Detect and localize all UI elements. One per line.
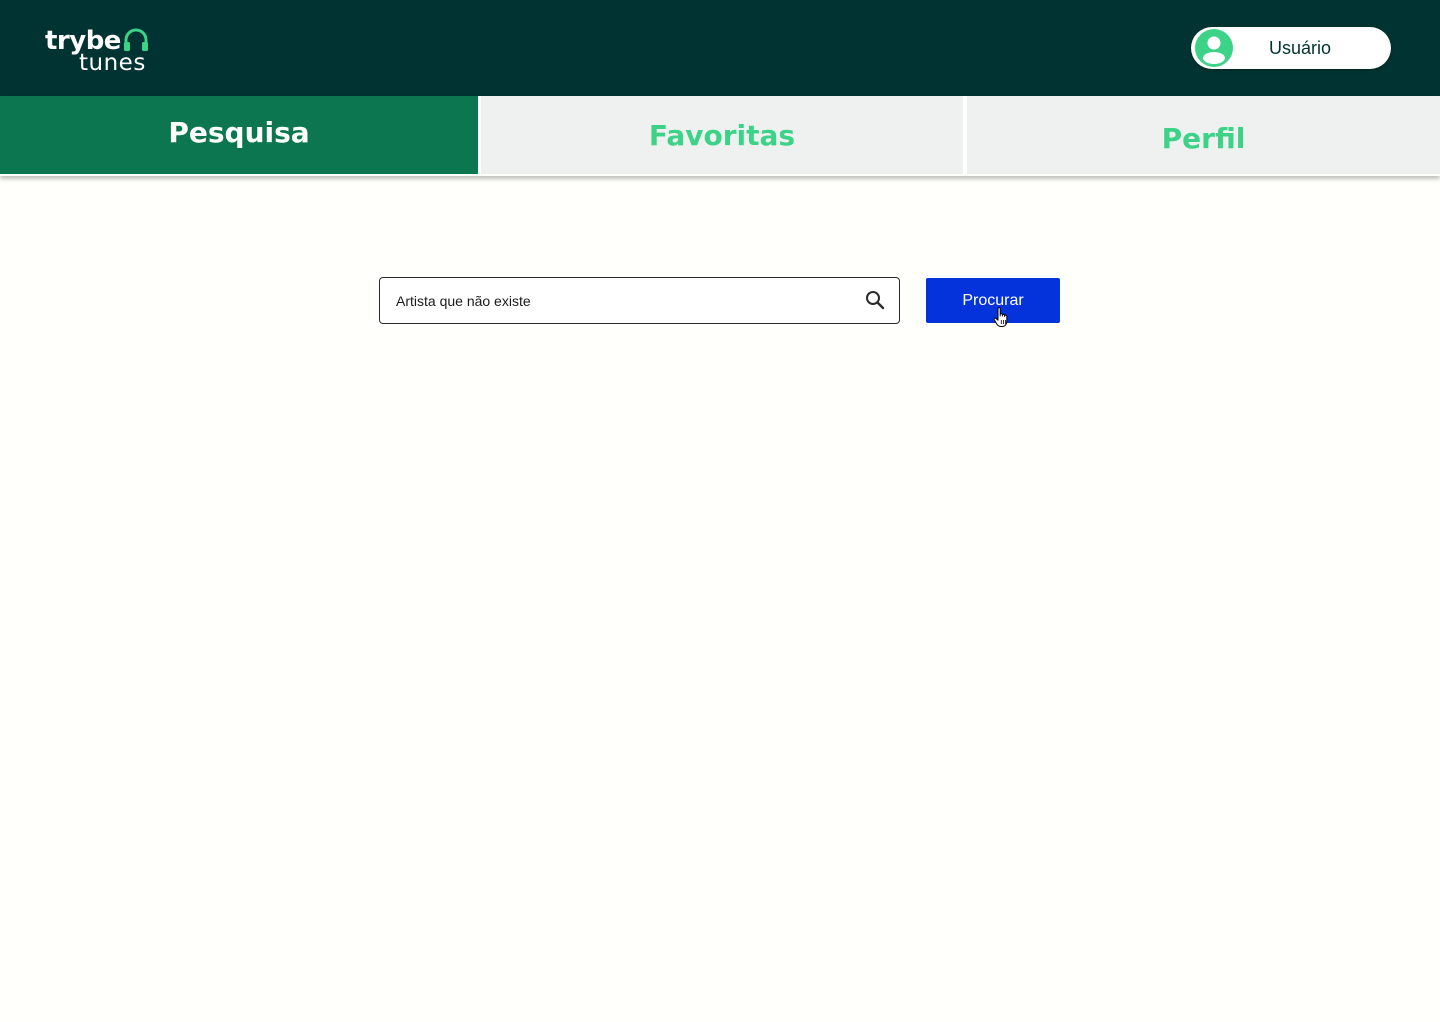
main-navigation-tabs: Pesquisa Favoritas Perfil <box>0 96 1440 176</box>
headphones-icon <box>124 28 148 51</box>
tab-pesquisa[interactable]: Pesquisa <box>0 96 478 174</box>
trybe-tunes-logo[interactable]: trybe tunes <box>45 26 155 78</box>
tab-favoritas-label: Favoritas <box>648 118 796 152</box>
tab-perfil-label: Perfil <box>1161 121 1246 155</box>
tab-perfil[interactable]: Perfil <box>967 96 1440 174</box>
tab-pesquisa-label: Pesquisa <box>168 115 310 149</box>
search-input[interactable] <box>396 278 856 323</box>
search-field[interactable] <box>379 277 900 324</box>
search-button[interactable]: Procurar <box>926 278 1060 323</box>
tab-divider <box>963 96 966 174</box>
logo-word-tunes: tunes <box>79 50 146 76</box>
user-profile-pill[interactable]: Usuário <box>1191 27 1391 69</box>
tab-favoritas[interactable]: Favoritas <box>481 96 963 174</box>
app-header: trybe tunes Usuário <box>0 0 1440 96</box>
user-name: Usuário <box>1269 38 1332 58</box>
search-icon[interactable] <box>865 290 885 310</box>
user-avatar-icon <box>1195 29 1233 67</box>
